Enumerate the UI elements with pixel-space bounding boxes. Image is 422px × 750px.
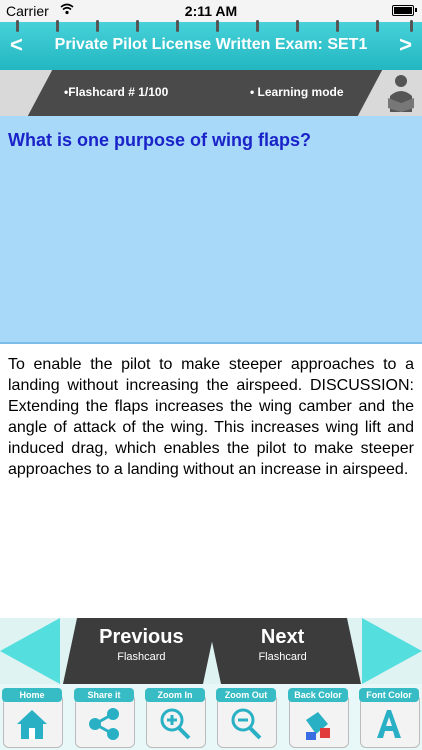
home-icon — [17, 710, 47, 739]
flashcard-counter: •Flashcard # 1/100 — [64, 85, 169, 99]
status-bar: Carrier 2:11 AM — [0, 0, 422, 22]
zoom-in-label: Zoom In — [145, 688, 205, 702]
mode-label: • Learning mode — [250, 85, 344, 99]
zoom-out-button[interactable]: Zoom Out — [214, 686, 278, 748]
page-title: Private Pilot License Written Exam: SET1 — [54, 36, 368, 53]
zoom-out-label: Zoom Out — [216, 688, 276, 702]
home-label: Home — [2, 688, 62, 702]
answer-panel: To enable the pilot to make steeper appr… — [0, 344, 422, 618]
font-color-icon — [377, 710, 401, 738]
question-panel: What is one purpose of wing flaps? — [0, 116, 422, 344]
next-label: Next — [260, 626, 305, 648]
forward-arrow-button[interactable]: > — [399, 32, 412, 58]
previous-arrow-icon[interactable] — [0, 618, 60, 684]
bottom-toolbar: Home Share it Zoom In Zoom Out Back Colo… — [0, 684, 422, 750]
previous-label: Previous — [99, 626, 184, 648]
battery-icon — [392, 5, 417, 16]
paint-bucket-icon — [306, 712, 330, 740]
question-text: What is one purpose of wing flaps? — [8, 130, 312, 150]
zoom-in-icon — [160, 708, 191, 740]
flashcard-navigation: Previous Flashcard Next Flashcard — [0, 618, 422, 684]
share-icon — [89, 708, 119, 740]
home-button[interactable]: Home — [0, 686, 64, 748]
zoom-out-icon — [231, 708, 262, 740]
previous-sublabel: Flashcard — [117, 651, 166, 663]
info-bar: •Flashcard # 1/100 • Learning mode — [0, 70, 422, 116]
share-button[interactable]: Share it — [72, 686, 136, 748]
answer-text: To enable the pilot to make steeper appr… — [8, 356, 414, 478]
next-sublabel: Flashcard — [258, 651, 307, 663]
header-bar: < Private Pilot License Written Exam: SE… — [0, 20, 422, 72]
back-arrow-button[interactable]: < — [10, 32, 23, 58]
spiral-binding — [0, 20, 422, 34]
font-color-label: Font Color — [359, 688, 419, 702]
status-time: 2:11 AM — [184, 3, 238, 19]
back-color-button[interactable]: Back Color — [286, 686, 350, 748]
reader-icon — [388, 75, 414, 112]
font-color-button[interactable]: Font Color — [357, 686, 421, 748]
zoom-in-button[interactable]: Zoom In — [143, 686, 207, 748]
back-color-label: Back Color — [288, 688, 348, 702]
share-label: Share it — [74, 688, 134, 702]
next-flashcard-button[interactable]: Next Flashcard — [206, 618, 362, 684]
previous-flashcard-button[interactable]: Previous Flashcard — [62, 618, 218, 684]
next-arrow-icon[interactable] — [362, 618, 422, 684]
